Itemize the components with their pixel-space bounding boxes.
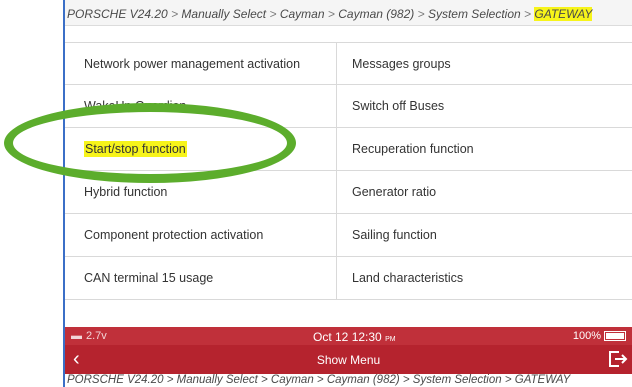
- function-grid: Network power management activation Mess…: [65, 42, 632, 300]
- function-wakeup-guardian[interactable]: WakeUp Guardian: [65, 85, 337, 127]
- function-hybrid[interactable]: Hybrid function: [65, 171, 337, 213]
- vci-icon: ▬: [71, 330, 82, 342]
- footer-breadcrumb: PORSCHE V24.20 > Manually Select > Cayma…: [65, 374, 632, 387]
- function-label: Messages groups: [352, 56, 451, 71]
- function-recuperation[interactable]: Recuperation function: [337, 128, 632, 170]
- function-network-power-management-activation[interactable]: Network power management activation: [65, 43, 337, 84]
- function-switch-off-buses[interactable]: Switch off Buses: [337, 85, 632, 127]
- breadcrumb-brand: PORSCHE V24.20: [67, 7, 168, 21]
- time-text: 12:30: [351, 330, 382, 344]
- exit-icon: [609, 351, 628, 367]
- ampm-text: PM: [385, 336, 396, 343]
- breadcrumb-separator: >: [269, 7, 277, 21]
- function-can-terminal-15-usage[interactable]: CAN terminal 15 usage: [65, 257, 337, 299]
- function-label: Hybrid function: [84, 185, 168, 199]
- exit-button[interactable]: [607, 349, 629, 369]
- nav-bar: ‹ Show Menu: [65, 345, 632, 374]
- battery-icon: [604, 331, 626, 341]
- table-row: CAN terminal 15 usage Land characteristi…: [65, 257, 632, 300]
- function-component-protection-activation[interactable]: Component protection activation: [65, 214, 337, 256]
- breadcrumb-separator: >: [327, 7, 335, 21]
- battery-fill: [606, 333, 624, 339]
- battery-percent: 100%: [572, 330, 601, 342]
- table-row: Component protection activation Sailing …: [65, 214, 632, 257]
- function-start-stop[interactable]: Start/stop function: [65, 128, 337, 170]
- voltage-readout: 2.7v: [86, 330, 107, 342]
- function-label: Land characteristics: [352, 271, 464, 285]
- breadcrumb-separator: >: [524, 7, 532, 21]
- clock: Oct 12 12:30 PM: [313, 330, 396, 344]
- table-row: Start/stop function Recuperation functio…: [65, 128, 632, 171]
- function-label: WakeUp Guardian: [84, 99, 187, 113]
- function-generator-ratio[interactable]: Generator ratio: [337, 171, 632, 213]
- breadcrumb: PORSCHE V24.20 > Manually Select > Cayma…: [65, 0, 632, 26]
- function-label: Recuperation function: [352, 142, 474, 156]
- function-label: Sailing function: [352, 228, 437, 242]
- function-label: Generator ratio: [352, 185, 437, 199]
- date-text: Oct 12: [313, 330, 349, 344]
- battery-status: 100%: [573, 330, 626, 342]
- show-menu-button[interactable]: Show Menu: [65, 353, 632, 367]
- function-label: Switch off Buses: [352, 99, 445, 113]
- function-label: Component protection activation: [84, 228, 264, 242]
- function-label-highlighted: Start/stop function: [84, 141, 187, 157]
- table-row: Hybrid function Generator ratio: [65, 171, 632, 214]
- breadcrumb-separator: >: [171, 7, 179, 21]
- function-label: Network power management activation: [84, 56, 301, 71]
- app-frame: PORSCHE V24.20 > Manually Select > Cayma…: [63, 0, 632, 387]
- table-row: Network power management activation Mess…: [65, 42, 632, 85]
- function-messages-groups[interactable]: Messages groups: [337, 43, 632, 84]
- breadcrumb-separator: >: [417, 7, 425, 21]
- function-label: CAN terminal 15 usage: [84, 271, 214, 285]
- status-left: ▬ 2.7v: [71, 330, 107, 342]
- table-row: WakeUp Guardian Switch off Buses: [65, 85, 632, 128]
- status-bar: ▬ 2.7v Oct 12 12:30 PM 100%: [65, 327, 632, 345]
- breadcrumb-item-manually-select[interactable]: Manually Select: [181, 7, 266, 21]
- breadcrumb-item-cayman[interactable]: Cayman: [280, 7, 325, 21]
- function-sailing[interactable]: Sailing function: [337, 214, 632, 256]
- function-land-characteristics[interactable]: Land characteristics: [337, 257, 632, 299]
- breadcrumb-item-gateway: GATEWAY: [534, 7, 593, 21]
- breadcrumb-item-system-selection[interactable]: System Selection: [428, 7, 521, 21]
- breadcrumb-item-cayman-982[interactable]: Cayman (982): [338, 7, 414, 21]
